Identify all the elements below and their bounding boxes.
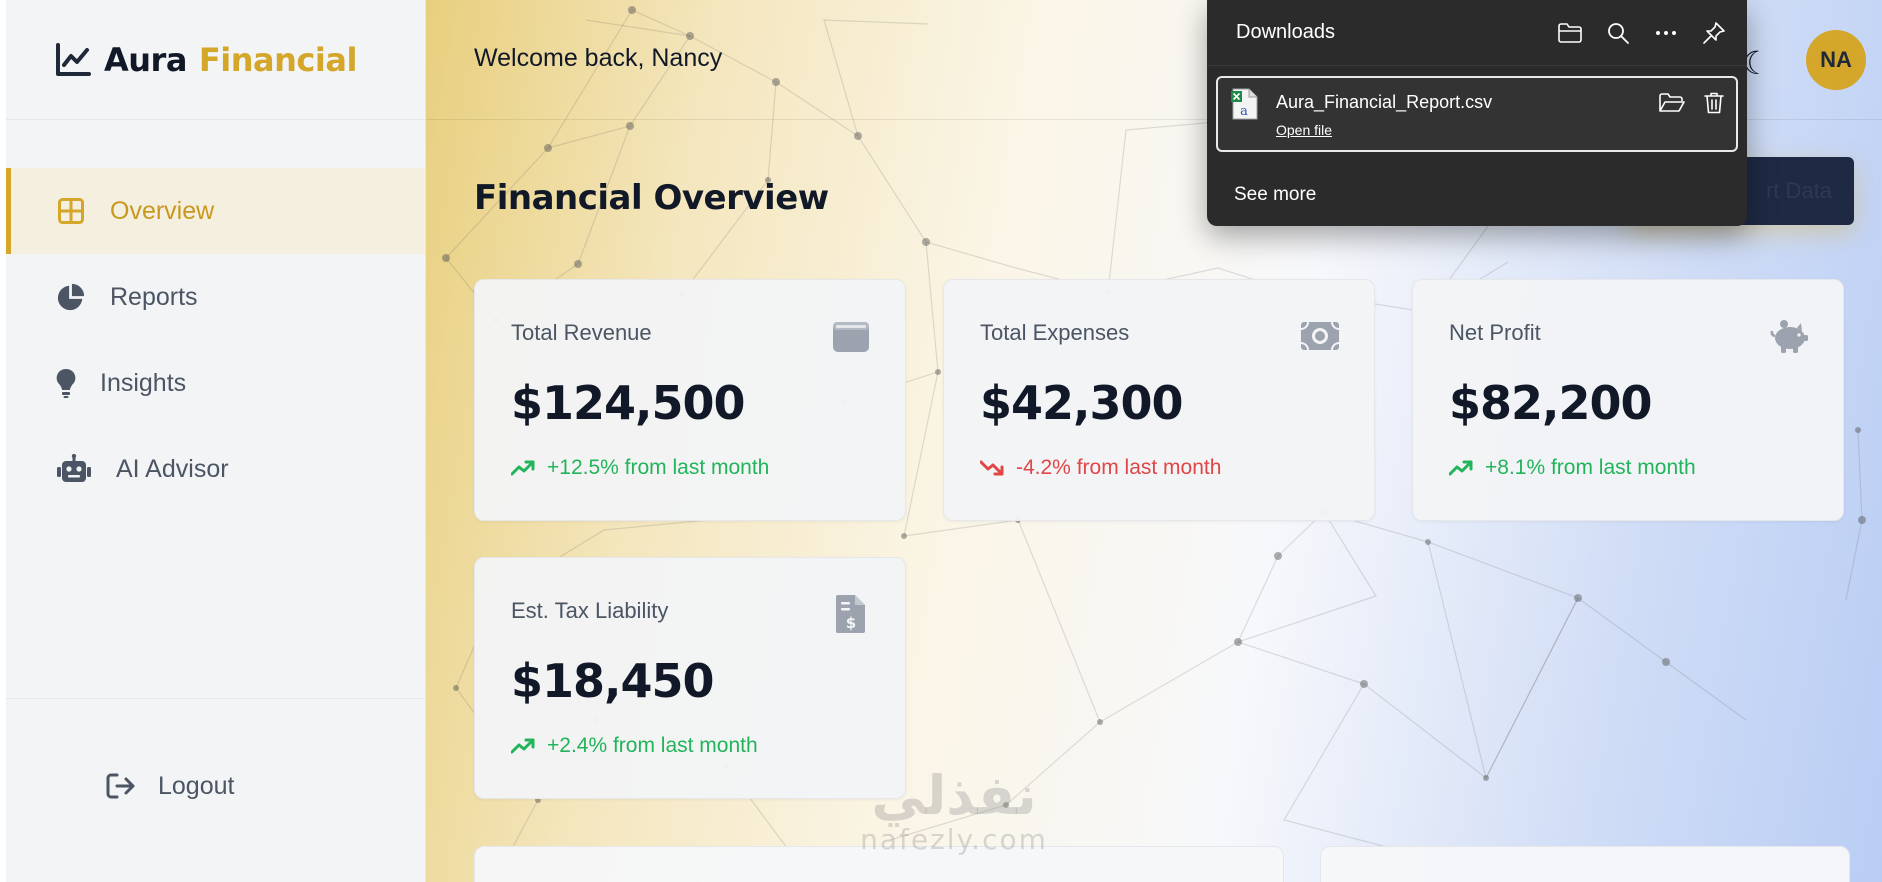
card-delta-text: +8.1% from last month bbox=[1485, 456, 1696, 479]
sidebar-item-insights[interactable]: Insights bbox=[6, 340, 425, 426]
sidebar-item-label: Reports bbox=[110, 282, 198, 311]
brand-name-accent: Financial bbox=[198, 40, 357, 79]
card-delta-text: +2.4% from last month bbox=[547, 734, 758, 757]
trend-up-icon bbox=[1449, 460, 1473, 476]
chart-card bbox=[1320, 846, 1850, 882]
card-value: $18,450 bbox=[511, 654, 715, 708]
delete-icon[interactable] bbox=[1699, 88, 1729, 118]
sidebar-nav: Overview Reports Insights AI Advisor bbox=[6, 168, 425, 512]
sidebar-item-label: Insights bbox=[100, 368, 187, 397]
sidebar-item-ai-advisor[interactable]: AI Advisor bbox=[6, 426, 425, 512]
download-file-name: Aura_Financial_Report.csv bbox=[1276, 92, 1493, 112]
downloads-title: Downloads bbox=[1236, 21, 1335, 43]
download-item[interactable]: a Aura_Financial_Report.csv Open file bbox=[1216, 76, 1738, 152]
csv-file-icon: a bbox=[1231, 88, 1258, 120]
open-file-link[interactable]: Open file bbox=[1276, 122, 1332, 138]
trend-down-icon bbox=[980, 460, 1004, 476]
money-bill-icon bbox=[1300, 321, 1340, 351]
trend-up-icon bbox=[511, 738, 535, 754]
card-delta-text: -4.2% from last month bbox=[1016, 456, 1222, 479]
folder-icon[interactable] bbox=[1554, 17, 1586, 49]
svg-text:$: $ bbox=[846, 614, 856, 632]
stat-card-tax-liability: Est. Tax Liability $ $18,450 +2.4% from … bbox=[474, 557, 906, 799]
logout-button[interactable]: Logout bbox=[106, 771, 234, 801]
brand-logo[interactable]: Aura Financial bbox=[6, 0, 425, 120]
watermark: نفذلي nafezly.com bbox=[834, 766, 1074, 854]
grid-icon bbox=[56, 196, 86, 226]
watermark-latin: nafezly.com bbox=[860, 823, 1048, 856]
sidebar-item-label: AI Advisor bbox=[116, 454, 229, 483]
sidebar-item-label: Overview bbox=[110, 196, 215, 225]
welcome-message: Welcome back, Nancy bbox=[474, 44, 723, 72]
robot-icon bbox=[56, 454, 92, 484]
more-icon[interactable] bbox=[1650, 17, 1682, 49]
brand-name-primary: Aura bbox=[104, 40, 187, 79]
see-more-link[interactable]: See more bbox=[1234, 184, 1316, 206]
pie-chart-icon bbox=[56, 282, 86, 312]
card-delta: +2.4% from last month bbox=[511, 734, 758, 758]
stat-card-total-revenue: Total Revenue $124,500 +12.5% from last … bbox=[474, 279, 906, 521]
invoice-dollar-icon: $ bbox=[836, 595, 865, 633]
logout-icon bbox=[106, 771, 136, 801]
card-label: Total Expenses bbox=[980, 320, 1130, 345]
sidebar: Aura Financial Overview Reports Insights bbox=[6, 0, 426, 882]
watermark-arabic: نفذلي bbox=[871, 764, 1037, 827]
sidebar-item-overview[interactable]: Overview bbox=[6, 168, 425, 254]
card-label: Total Revenue bbox=[511, 320, 652, 345]
chart-line-icon bbox=[56, 42, 91, 76]
card-label: Net Profit bbox=[1449, 320, 1541, 345]
trend-up-icon bbox=[511, 460, 535, 476]
card-delta-text: +12.5% from last month bbox=[547, 456, 770, 479]
sidebar-footer: Logout bbox=[6, 698, 425, 882]
stat-card-net-profit: Net Profit $82,200 +8.1% from last month bbox=[1412, 279, 1844, 521]
lightbulb-icon bbox=[56, 368, 76, 398]
downloads-panel: Downloads a Aura_Financial_Report.csv Op… bbox=[1207, 0, 1747, 226]
open-folder-icon[interactable] bbox=[1657, 88, 1687, 118]
piggy-bank-icon bbox=[1770, 320, 1808, 353]
sidebar-item-reports[interactable]: Reports bbox=[6, 254, 425, 340]
stat-card-total-expenses: Total Expenses $42,300 -4.2% from last m… bbox=[943, 279, 1375, 521]
card-label: Est. Tax Liability bbox=[511, 598, 669, 623]
card-delta: -4.2% from last month bbox=[980, 456, 1221, 480]
card-delta: +12.5% from last month bbox=[511, 456, 769, 480]
wallet-icon bbox=[833, 322, 869, 352]
card-delta: +8.1% from last month bbox=[1449, 456, 1696, 480]
svg-text:a: a bbox=[1240, 104, 1248, 119]
search-icon[interactable] bbox=[1602, 17, 1634, 49]
card-value: $82,200 bbox=[1449, 376, 1653, 430]
downloads-header: Downloads bbox=[1207, 0, 1747, 66]
card-value: $124,500 bbox=[511, 376, 746, 430]
pin-icon[interactable] bbox=[1698, 17, 1730, 49]
card-value: $42,300 bbox=[980, 376, 1184, 430]
page-title: Financial Overview bbox=[474, 178, 829, 218]
logout-label: Logout bbox=[158, 771, 235, 800]
avatar[interactable]: NA bbox=[1806, 30, 1866, 90]
